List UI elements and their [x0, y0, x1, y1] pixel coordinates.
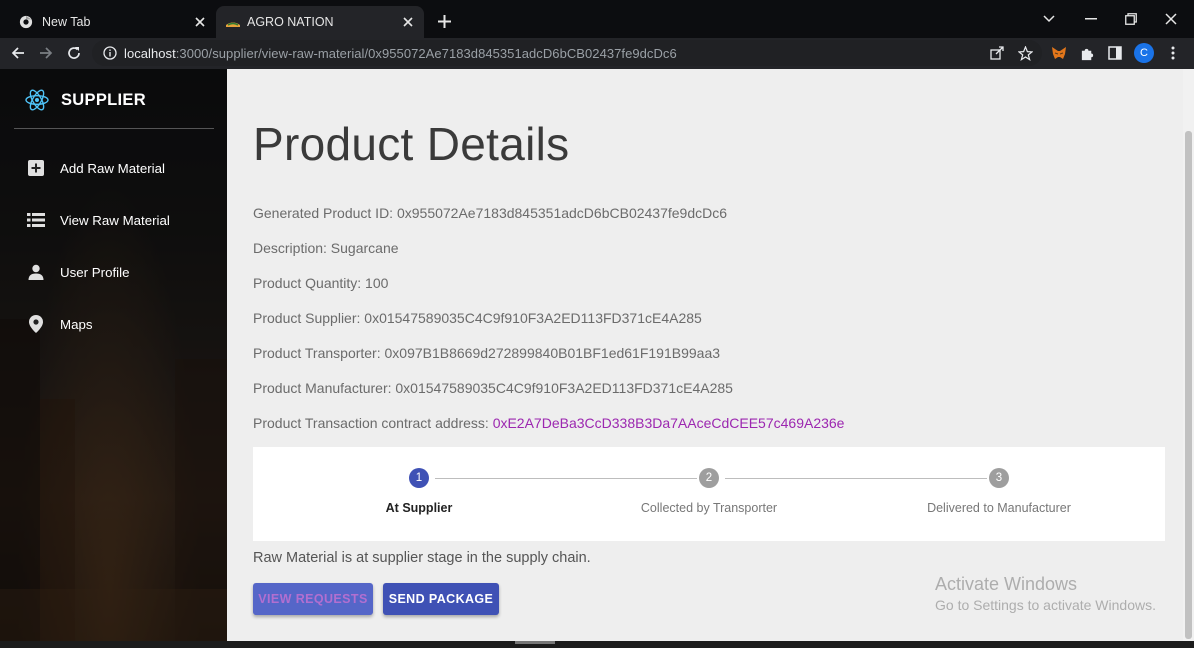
tab-new-tab[interactable]: New Tab — [8, 6, 216, 38]
forward-icon[interactable] — [33, 40, 59, 66]
metamask-extension-icon[interactable] — [1046, 40, 1072, 66]
step-collected-by-transporter: 2 Collected by Transporter — [609, 468, 809, 515]
step-number: 1 — [409, 468, 429, 488]
contract-address-row: Product Transaction contract address: 0x… — [253, 415, 844, 431]
page-scrollbar[interactable] — [1183, 69, 1194, 641]
profile-avatar[interactable]: C — [1134, 43, 1154, 63]
sidebar-item-add-raw-material[interactable]: Add Raw Material — [26, 153, 165, 183]
step-label: Delivered to Manufacturer — [927, 501, 1071, 515]
product-id-text: Generated Product ID: 0x955072Ae7183d845… — [253, 205, 728, 221]
sidebar-item-label: User Profile — [60, 264, 130, 280]
tab-search-icon[interactable] — [1036, 6, 1062, 32]
list-icon — [26, 210, 46, 230]
site-info-icon[interactable] — [96, 46, 124, 60]
watermark-subtitle: Go to Settings to activate Windows. — [935, 597, 1156, 613]
location-pin-icon — [26, 314, 46, 334]
reload-icon[interactable] — [61, 40, 87, 66]
os-taskbar — [0, 641, 1194, 648]
tab-title: AGRO NATION — [247, 15, 334, 29]
supplier-text: Product Supplier: 0x01547589035C4C9f910F… — [253, 310, 702, 326]
sidebar-item-user-profile[interactable]: User Profile — [26, 257, 129, 287]
react-atom-icon — [25, 89, 49, 111]
tab-title: New Tab — [42, 15, 91, 29]
scrollbar-thumb[interactable] — [1185, 131, 1192, 639]
manufacturer-text: Product Manufacturer: 0x01547589035C4C9f… — [253, 380, 733, 396]
close-tab-icon[interactable] — [396, 10, 420, 34]
step-number: 3 — [989, 468, 1009, 488]
brand-title: SUPPLIER — [61, 90, 146, 109]
tab-agro-nation[interactable]: AGRO NATION — [216, 6, 424, 38]
address-bar[interactable]: localhost:3000/supplier/view-raw-materia… — [92, 40, 1042, 66]
sidebar-item-label: View Raw Material — [60, 212, 170, 228]
sidebar-brand[interactable]: SUPPLIER — [24, 87, 146, 113]
main-content: Product Details Generated Product ID: 0x… — [227, 69, 1194, 641]
transporter-text: Product Transporter: 0x097B1B8669d272899… — [253, 345, 721, 361]
quantity-text: Product Quantity: 100 — [253, 275, 389, 291]
description-text: Description: Sugarcane — [253, 240, 399, 256]
share-icon[interactable] — [984, 40, 1010, 66]
send-package-button[interactable]: SEND PACKAGE — [383, 583, 499, 615]
add-box-icon — [26, 158, 46, 178]
watermark-title: Activate Windows — [935, 574, 1078, 594]
step-number: 2 — [699, 468, 719, 488]
side-panel-icon[interactable] — [1102, 40, 1128, 66]
sidebar: SUPPLIER Add Raw Material View Raw Mater… — [0, 69, 227, 641]
sidebar-item-label: Maps — [60, 316, 93, 332]
new-tab-button[interactable] — [432, 9, 456, 33]
step-delivered-to-manufacturer: 3 Delivered to Manufacturer — [899, 468, 1099, 515]
close-tab-icon[interactable] — [188, 10, 212, 34]
restore-icon[interactable] — [1118, 6, 1144, 32]
close-window-icon[interactable] — [1158, 6, 1184, 32]
site-favicon-icon — [225, 14, 241, 30]
bookmark-star-icon[interactable] — [1012, 40, 1038, 66]
supply-chain-stepper: 1 At Supplier 2 Collected by Transporter… — [253, 447, 1165, 541]
extensions-puzzle-icon[interactable] — [1074, 40, 1100, 66]
view-requests-button[interactable]: VIEW REQUESTS — [253, 583, 373, 615]
activate-windows-watermark: Activate Windows Go to Settings to activ… — [935, 574, 1156, 613]
page-title: Product Details — [253, 118, 570, 170]
taskbar-app-indicator — [515, 641, 555, 644]
step-label: Collected by Transporter — [640, 501, 778, 515]
sidebar-item-maps[interactable]: Maps — [26, 309, 93, 339]
browser-menu-icon[interactable] — [1160, 40, 1186, 66]
chrome-icon — [18, 14, 34, 30]
step-at-supplier: 1 At Supplier — [319, 468, 519, 515]
url-text: localhost:3000/supplier/view-raw-materia… — [124, 45, 677, 61]
sidebar-divider — [14, 128, 214, 129]
step-label: At Supplier — [385, 501, 453, 515]
sidebar-item-label: Add Raw Material — [60, 160, 165, 176]
minimize-icon[interactable] — [1078, 6, 1104, 32]
contract-address-link[interactable]: 0xE2A7DeBa3CcD338B3Da7AAceCdCEE57c469A23… — [493, 415, 845, 431]
browser-toolbar: localhost:3000/supplier/view-raw-materia… — [0, 38, 1194, 69]
stage-status-text: Raw Material is at supplier stage in the… — [253, 550, 591, 566]
contract-address-label: Product Transaction contract address: — [253, 415, 493, 431]
sidebar-item-view-raw-material[interactable]: View Raw Material — [26, 205, 170, 235]
browser-tab-bar: New Tab AGRO NATION — [0, 0, 1194, 38]
person-icon — [26, 262, 46, 282]
back-icon[interactable] — [5, 40, 31, 66]
